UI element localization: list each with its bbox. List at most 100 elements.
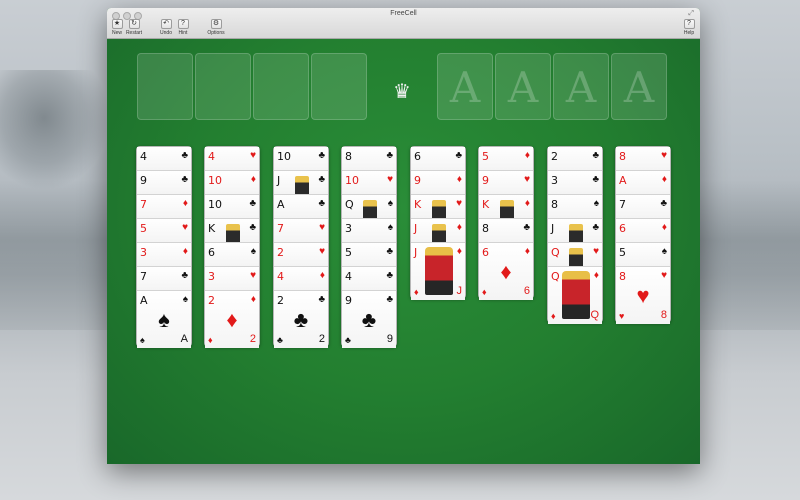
- card-suit-icon: ♠: [387, 222, 393, 233]
- card-rank: 3: [345, 222, 352, 235]
- title-bar: FreeCell ⤢ ★ New ↻ Restart ↶ Undo ? Hint…: [107, 8, 700, 39]
- card-center-suit-icon: ♥: [636, 283, 650, 308]
- playing-card[interactable]: 5 ♦: [479, 147, 533, 171]
- playing-card[interactable]: 4 ♣: [137, 147, 191, 171]
- undo-icon: ↶: [160, 19, 172, 29]
- playing-card[interactable]: 9 ♣: [137, 171, 191, 195]
- card-rank: 3: [551, 174, 558, 187]
- card-rank: J: [414, 246, 418, 259]
- playing-card[interactable]: 3 ♣: [548, 171, 602, 195]
- card-suit-icon: ♣: [249, 222, 256, 233]
- playing-card[interactable]: 4 ♥: [205, 147, 259, 171]
- foundation-2[interactable]: A: [495, 53, 551, 120]
- foundation-ace-label: A: [623, 63, 655, 112]
- playing-card[interactable]: 2 ♣ ♣ ♣ 2: [274, 291, 328, 348]
- playing-card[interactable]: 9 ♣ ♣ ♣ 9: [342, 291, 396, 348]
- tableau-column-2[interactable]: 4 ♥ 10 ♦ 10 ♣ K ♣ 6 ♠ 3 ♥ 2 ♦ ♦ ♦ 2: [204, 146, 260, 348]
- playing-card[interactable]: 5 ♣: [342, 243, 396, 267]
- playing-card[interactable]: 4 ♣: [342, 267, 396, 291]
- card-suit-icon: ♣: [592, 150, 599, 161]
- playing-card[interactable]: J ♣: [274, 171, 328, 195]
- playing-card[interactable]: Q ♠: [342, 195, 396, 219]
- playing-card[interactable]: 7 ♣: [616, 195, 670, 219]
- playing-card[interactable]: Q ♥: [548, 243, 602, 267]
- playing-card[interactable]: 6 ♠: [205, 243, 259, 267]
- playing-card[interactable]: 6 ♦ ♦ ♦ 6: [479, 243, 533, 300]
- playing-card[interactable]: J ♦ ♦ J: [411, 243, 465, 300]
- playing-card[interactable]: 7 ♣: [137, 267, 191, 291]
- playing-card[interactable]: 3 ♥: [205, 267, 259, 291]
- playing-card[interactable]: 10 ♦: [205, 171, 259, 195]
- card-corner-rank: 2: [249, 333, 256, 345]
- playing-card[interactable]: 5 ♥: [137, 219, 191, 243]
- playing-card[interactable]: 6 ♦: [616, 219, 670, 243]
- playing-card[interactable]: A ♣: [274, 195, 328, 219]
- playing-card[interactable]: J ♣: [548, 219, 602, 243]
- tableau-column-8[interactable]: 8 ♥ A ♦ 7 ♣ 6 ♦ 5 ♠ 8 ♥ ♥ ♥ 8: [615, 146, 671, 324]
- playing-card[interactable]: A ♠ ♠ ♠ A: [137, 291, 191, 348]
- foundation-1[interactable]: A: [437, 53, 493, 120]
- playing-card[interactable]: 2 ♥: [274, 243, 328, 267]
- playing-card[interactable]: 8 ♣: [342, 147, 396, 171]
- playing-card[interactable]: 2 ♣: [548, 147, 602, 171]
- card-rank: 7: [277, 222, 284, 235]
- card-rank: 6: [482, 246, 489, 259]
- playing-card[interactable]: K ♣: [205, 219, 259, 243]
- help-button[interactable]: ? Help: [679, 19, 699, 36]
- playing-card[interactable]: 8 ♥ ♥ ♥ 8: [616, 267, 670, 324]
- card-suit-icon: ♥: [456, 198, 462, 209]
- playing-card[interactable]: 8 ♠: [548, 195, 602, 219]
- free-cell-3[interactable]: [253, 53, 309, 120]
- playing-card[interactable]: A ♦: [616, 171, 670, 195]
- playing-card[interactable]: J ♦: [411, 219, 465, 243]
- tableau-column-5[interactable]: 6 ♣ 9 ♦ K ♥ J ♦ J ♦ ♦ J: [410, 146, 466, 300]
- card-rank: 8: [482, 222, 489, 235]
- card-suit-icon: ♥: [250, 270, 256, 281]
- free-cell-2[interactable]: [195, 53, 251, 120]
- tableau-column-7[interactable]: 2 ♣ 3 ♣ 8 ♠ J ♣ Q ♥ Q ♦ ♦ Q: [547, 146, 603, 324]
- face-card-portrait: [500, 200, 514, 218]
- face-card-portrait: [363, 200, 377, 218]
- playing-card[interactable]: Q ♦ ♦ Q: [548, 267, 602, 324]
- playing-card[interactable]: 7 ♥: [274, 219, 328, 243]
- tableau-column-6[interactable]: 5 ♦ 9 ♥ K ♦ 8 ♣ 6 ♦ ♦ ♦ 6: [478, 146, 534, 300]
- free-cell-4[interactable]: [311, 53, 367, 120]
- card-rank: 7: [619, 198, 626, 211]
- playing-card[interactable]: 8 ♥: [616, 147, 670, 171]
- card-rank: 2: [208, 294, 215, 307]
- card-center-suit-icon: ♣: [361, 307, 377, 332]
- card-rank: 2: [551, 150, 558, 163]
- playing-card[interactable]: K ♦: [479, 195, 533, 219]
- playing-card[interactable]: 3 ♦: [137, 243, 191, 267]
- tableau-column-3[interactable]: 10 ♣ J ♣ A ♣ 7 ♥ 2 ♥ 4 ♦ 2 ♣ ♣ ♣ 2: [273, 146, 329, 348]
- card-rank: 3: [140, 246, 147, 259]
- playing-card[interactable]: 9 ♥: [479, 171, 533, 195]
- playing-card[interactable]: 10 ♣: [274, 147, 328, 171]
- card-center-suit-icon: ♦: [500, 259, 512, 284]
- playing-card[interactable]: 10 ♥: [342, 171, 396, 195]
- playing-card[interactable]: 5 ♠: [616, 243, 670, 267]
- tableau-column-4[interactable]: 8 ♣ 10 ♥ Q ♠ 3 ♠ 5 ♣ 4 ♣ 9 ♣ ♣ ♣ 9: [341, 146, 397, 348]
- playing-card[interactable]: 4 ♦: [274, 267, 328, 291]
- foundation-3[interactable]: A: [553, 53, 609, 120]
- playing-card[interactable]: K ♥: [411, 195, 465, 219]
- playing-card[interactable]: 3 ♠: [342, 219, 396, 243]
- playing-card[interactable]: 6 ♣: [411, 147, 465, 171]
- tableau-column-1[interactable]: 4 ♣ 9 ♣ 7 ♦ 5 ♥ 3 ♦ 7 ♣ A ♠ ♠ ♠ A: [136, 146, 192, 348]
- card-suit-icon: ♣: [318, 150, 325, 161]
- card-rank: 2: [277, 294, 284, 307]
- card-corner-suit-icon: ♣: [277, 335, 283, 345]
- fullscreen-icon[interactable]: ⤢: [688, 10, 694, 18]
- free-cell-1[interactable]: [137, 53, 193, 120]
- playing-card[interactable]: 9 ♦: [411, 171, 465, 195]
- card-suit-icon: ♥: [319, 246, 325, 257]
- playing-card[interactable]: 10 ♣: [205, 195, 259, 219]
- card-corner-suit-icon: ♠: [140, 335, 145, 345]
- playing-card[interactable]: 7 ♦: [137, 195, 191, 219]
- playing-card[interactable]: 8 ♣: [479, 219, 533, 243]
- options-button[interactable]: ⚙ Options: [206, 19, 226, 36]
- hint-button[interactable]: ? Hint: [173, 19, 193, 36]
- playing-card[interactable]: 2 ♦ ♦ ♦ 2: [205, 291, 259, 348]
- foundation-4[interactable]: A: [611, 53, 667, 120]
- restart-button[interactable]: ↻ Restart: [124, 19, 144, 36]
